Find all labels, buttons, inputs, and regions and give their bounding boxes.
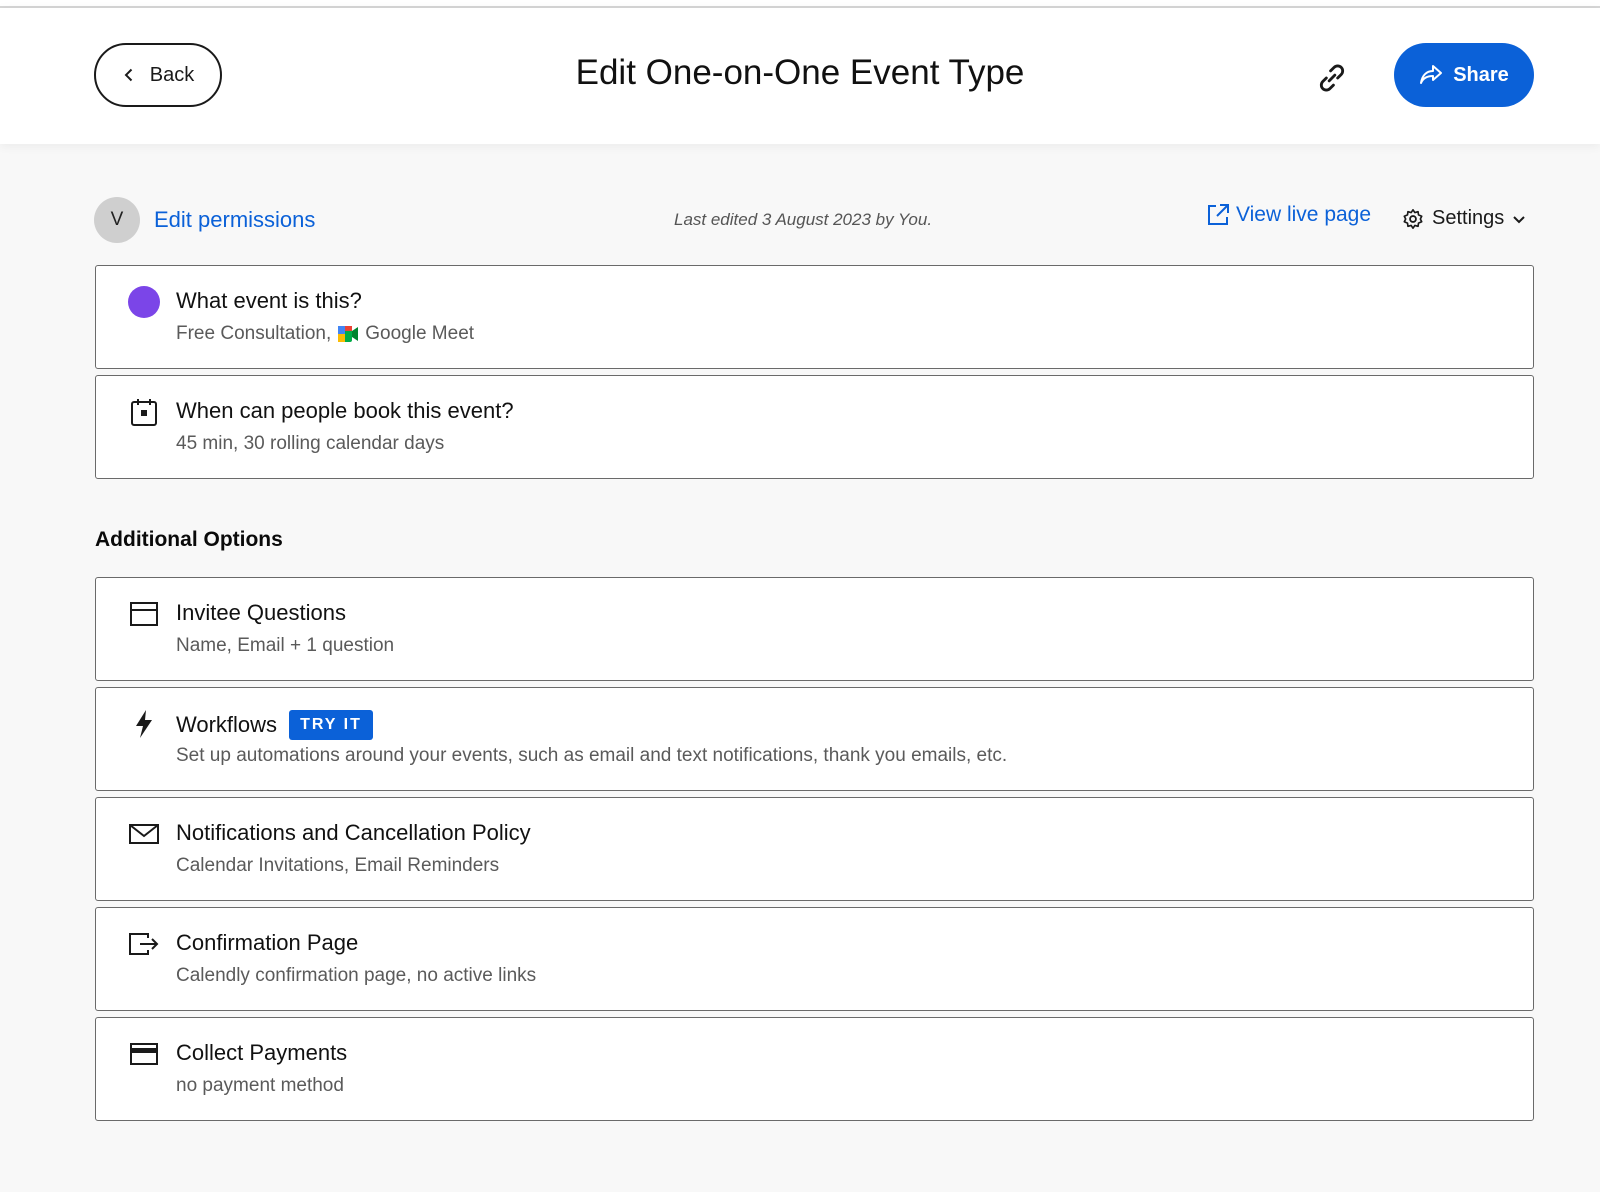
envelope-icon — [129, 824, 159, 844]
view-live-label: View live page — [1236, 203, 1372, 226]
gear-icon — [1403, 208, 1423, 229]
location-name: Google Meet — [365, 323, 475, 344]
booking-window-card[interactable]: When can people book this event? 45 min,… — [95, 375, 1534, 479]
card-title: What event is this? — [176, 288, 362, 313]
top-border — [0, 0, 1600, 8]
form-icon — [130, 602, 158, 626]
exit-arrow-icon — [129, 933, 159, 955]
card-subtitle: 45 min, 30 rolling calendar days — [176, 433, 445, 454]
card-subtitle: no payment method — [176, 1075, 344, 1096]
settings-dropdown[interactable]: Settings — [1402, 207, 1526, 230]
credit-card-icon — [130, 1043, 158, 1065]
lightning-icon — [136, 710, 152, 738]
page-title: Edit One-on-One Event Type — [575, 53, 1025, 92]
invitee-questions-card[interactable]: Invitee Questions Name, Email + 1 questi… — [95, 577, 1534, 681]
card-title: Confirmation Page — [176, 930, 359, 955]
calendar-icon — [131, 399, 157, 426]
share-button[interactable]: Share — [1394, 43, 1534, 107]
card-title: Invitee Questions — [176, 600, 346, 625]
settings-label: Settings — [1432, 207, 1505, 229]
event-details-card[interactable]: What event is this? Free Consultation, G… — [95, 265, 1534, 369]
last-edited-text: Last edited 3 August 2023 by You. — [674, 210, 933, 229]
chevron-down-icon — [1513, 215, 1525, 223]
card-title: Workflows TRY IT — [176, 710, 373, 740]
view-live-page-link[interactable]: View live page — [1206, 203, 1371, 227]
event-color-dot-icon — [128, 286, 160, 318]
card-subtitle: Name, Email + 1 question — [176, 635, 395, 656]
card-title: When can people book this event? — [176, 398, 514, 423]
card-subtitle: Free Consultation, Google Meet — [176, 323, 474, 345]
event-name: Free Consultation, — [176, 323, 332, 344]
card-title: Notifications and Cancellation Policy — [176, 820, 531, 845]
external-link-icon — [1208, 204, 1229, 225]
avatar: V — [94, 197, 140, 243]
card-subtitle: Calendar Invitations, Email Reminders — [176, 855, 500, 876]
card-subtitle: Calendly confirmation page, no active li… — [176, 965, 537, 986]
confirmation-page-card[interactable]: Confirmation Page Calendly confirmation … — [95, 907, 1534, 1011]
share-arrow-icon — [1420, 65, 1443, 84]
link-icon — [1319, 64, 1345, 92]
copy-link-button[interactable] — [1312, 58, 1352, 98]
card-title: Collect Payments — [176, 1040, 348, 1065]
workflows-card[interactable]: Workflows TRY IT Set up automations arou… — [95, 687, 1534, 791]
share-label: Share — [1453, 63, 1509, 86]
meta-row: V Edit permissions Last edited 3 August … — [94, 196, 1534, 244]
notifications-card[interactable]: Notifications and Cancellation Policy Ca… — [95, 797, 1534, 901]
edit-permissions-link[interactable]: Edit permissions — [154, 207, 315, 233]
try-it-badge: TRY IT — [289, 710, 373, 740]
additional-options-heading: Additional Options — [95, 528, 283, 551]
google-meet-icon — [338, 326, 359, 342]
page-header: Back Edit One-on-One Event Type Share — [0, 8, 1600, 144]
workflows-label: Workflows — [176, 712, 278, 737]
card-subtitle: Set up automations around your events, s… — [176, 745, 1008, 766]
collect-payments-card[interactable]: Collect Payments no payment method — [95, 1017, 1534, 1121]
